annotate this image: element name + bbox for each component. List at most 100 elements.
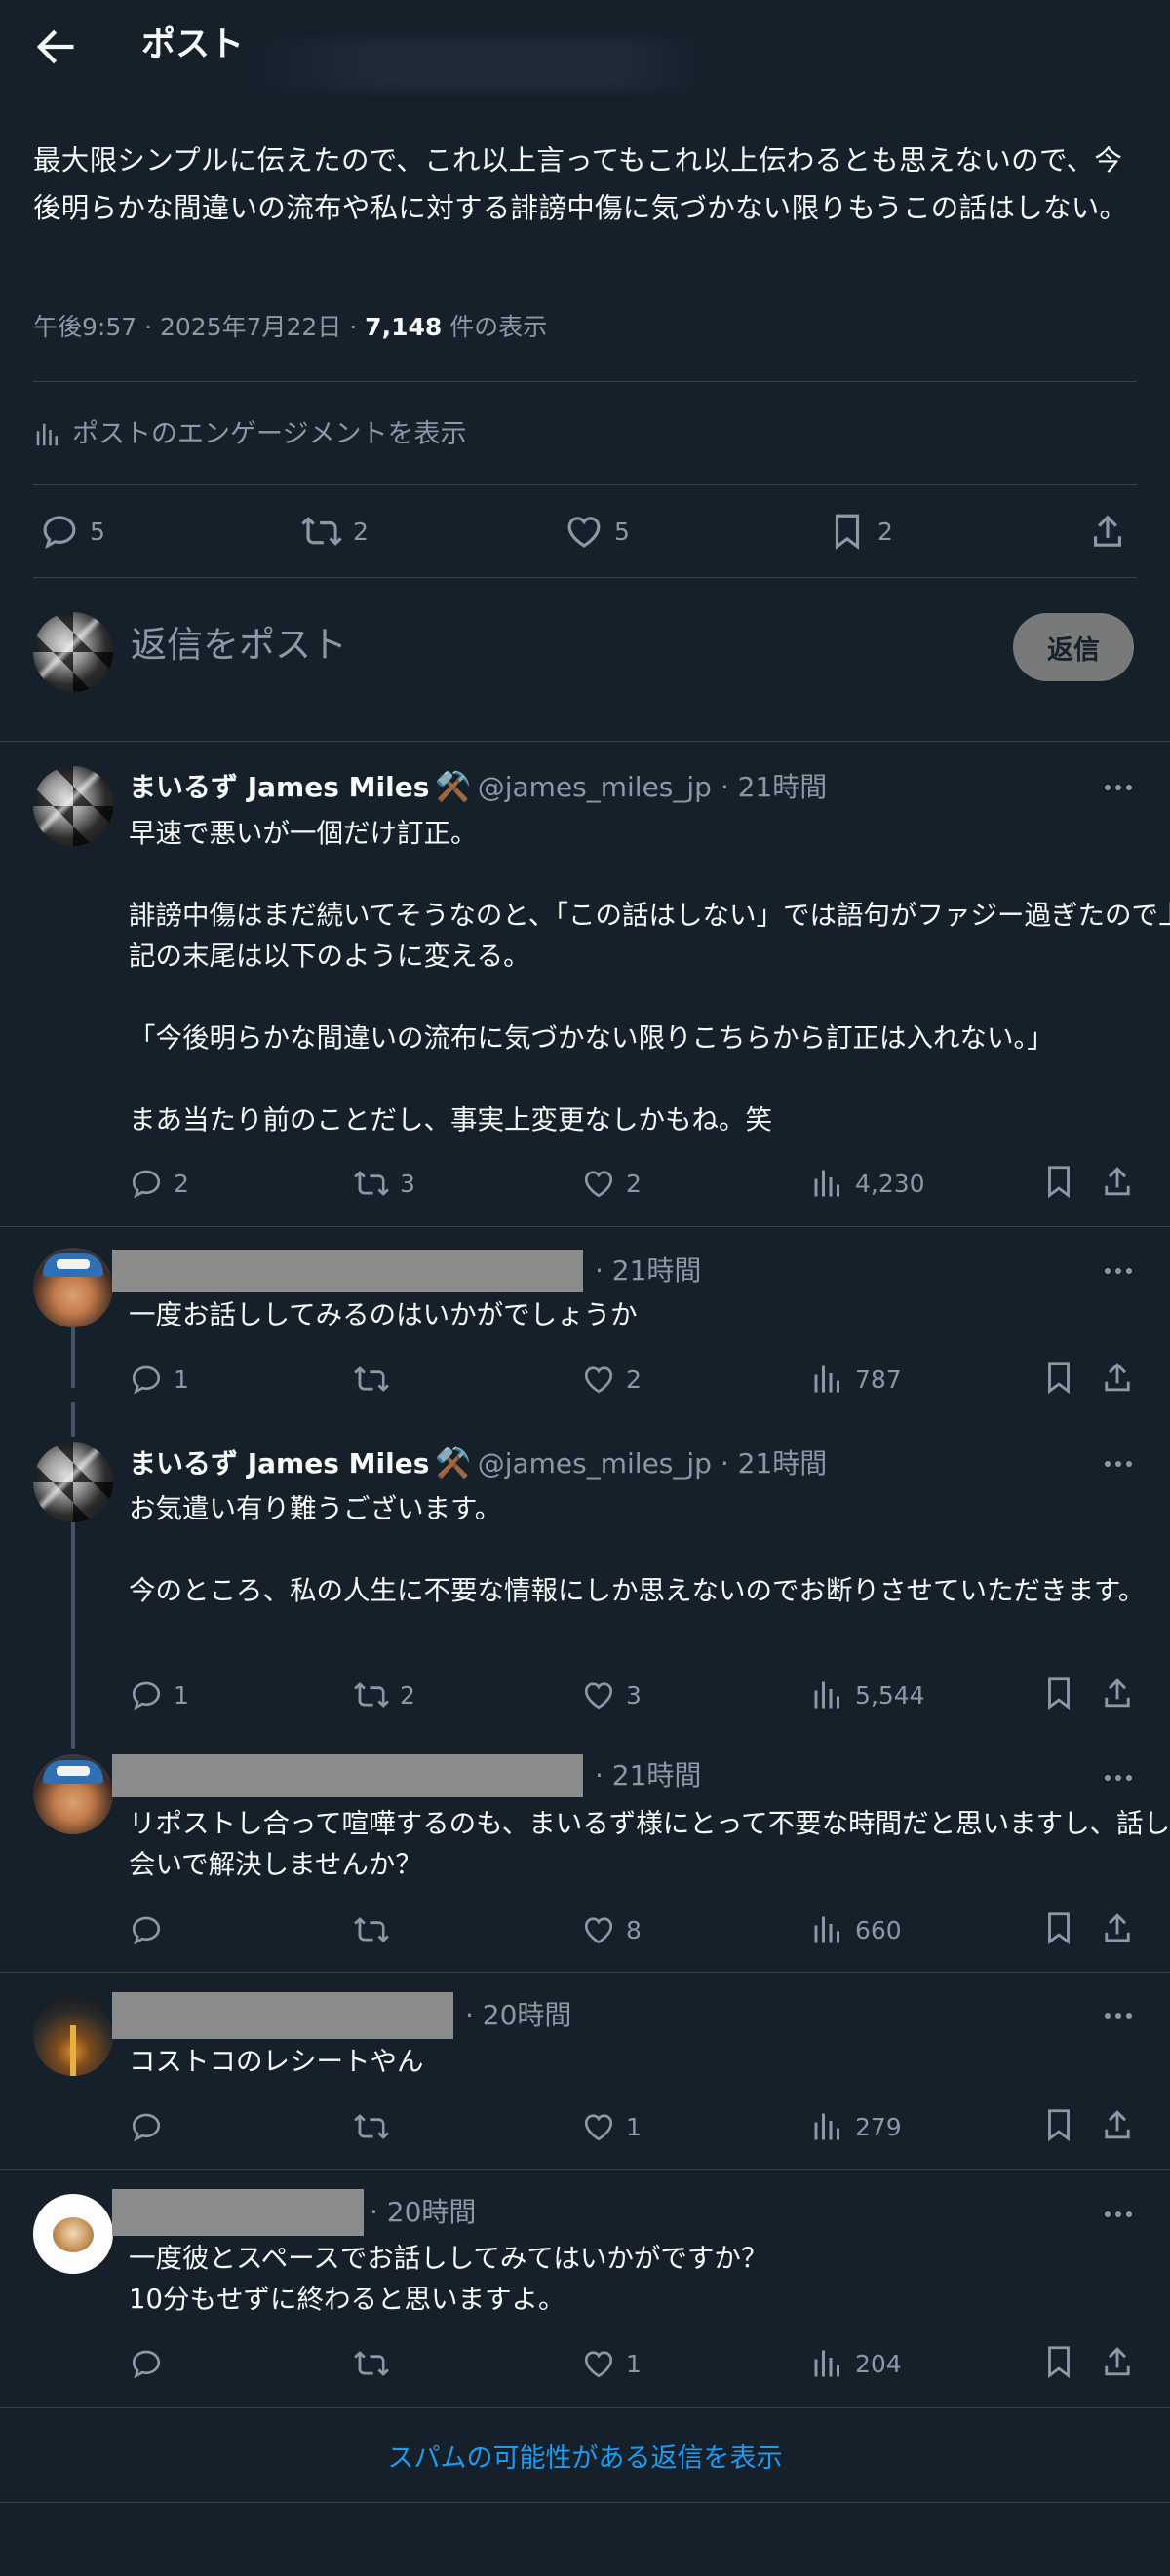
more-button[interactable] bbox=[1097, 1442, 1140, 1485]
reply-action[interactable]: 5 bbox=[39, 507, 105, 556]
views-action[interactable]: 5,544 bbox=[810, 1677, 1039, 1712]
repost-count: 2 bbox=[400, 1680, 415, 1710]
avatar[interactable] bbox=[33, 612, 113, 692]
repost-icon bbox=[354, 1366, 389, 1392]
heart-icon bbox=[584, 1366, 613, 1394]
more-icon bbox=[1105, 1268, 1132, 1274]
tweet-header: · 21時間 bbox=[112, 1754, 701, 1797]
views-action[interactable]: 4,230 bbox=[810, 1166, 1039, 1201]
handle-time[interactable]: @james_miles_jp · 21時間 bbox=[478, 1444, 828, 1483]
share-button[interactable] bbox=[1099, 2106, 1136, 2143]
redacted-name bbox=[112, 1754, 583, 1797]
heart-icon bbox=[584, 1682, 613, 1710]
share-button[interactable] bbox=[1099, 1359, 1136, 1396]
share-button[interactable] bbox=[1099, 1163, 1136, 1200]
views-action[interactable]: 279 bbox=[810, 2109, 1039, 2144]
thread-line bbox=[71, 1522, 75, 1749]
tweet-time[interactable]: · 21時間 bbox=[595, 1756, 701, 1795]
reply-action[interactable] bbox=[129, 1912, 353, 1947]
reply-icon bbox=[132, 1681, 161, 1711]
bookmark-icon bbox=[1048, 2109, 1070, 2142]
tweet-text: コストコのレシートやん bbox=[129, 2046, 424, 2077]
repost-action[interactable]: 3 bbox=[353, 1165, 581, 1202]
divider bbox=[0, 2169, 1170, 2170]
like-action[interactable]: 1 bbox=[581, 2346, 810, 2381]
like-action[interactable]: 2 bbox=[581, 1166, 810, 1201]
reply-icon bbox=[132, 1916, 161, 1945]
more-button[interactable] bbox=[1097, 2193, 1140, 2236]
share-icon bbox=[1105, 1913, 1130, 1942]
redacted-name bbox=[112, 1992, 453, 2039]
tweet-text: 早速で悪いが一個だけ訂正。 誹謗中傷はまだ続いてそうなのと、「この話はしない」で… bbox=[129, 818, 1170, 1135]
avatar[interactable] bbox=[33, 766, 113, 846]
avatar[interactable] bbox=[33, 1996, 113, 2076]
views-count: 5,544 bbox=[855, 1680, 925, 1710]
reply-icon bbox=[132, 2113, 161, 2142]
share-button[interactable] bbox=[1099, 2343, 1136, 2380]
bookmark-button[interactable] bbox=[1040, 2106, 1077, 2143]
back-button[interactable] bbox=[29, 21, 80, 72]
reply-action[interactable] bbox=[129, 2346, 353, 2381]
avatar[interactable] bbox=[33, 1248, 113, 1327]
views-count: 279 bbox=[855, 2112, 902, 2141]
tweet-time[interactable]: · 20時間 bbox=[465, 1996, 571, 2035]
divider bbox=[0, 2407, 1170, 2408]
repost-action[interactable] bbox=[353, 1911, 581, 1948]
tweet-text: お気遣い有り難うございます。 今のところ、私の人生に不要な情報にしか思えないので… bbox=[129, 1493, 1146, 1606]
repost-action[interactable] bbox=[353, 2345, 581, 2382]
repost-action[interactable] bbox=[353, 1361, 581, 1398]
avatar[interactable] bbox=[33, 2194, 113, 2274]
bookmark-count: 2 bbox=[878, 517, 893, 546]
handle-time[interactable]: @james_miles_jp · 21時間 bbox=[478, 768, 828, 807]
views-count: 660 bbox=[855, 1915, 902, 1944]
bookmark-button[interactable] bbox=[1040, 2343, 1077, 2380]
display-name[interactable]: まいるず James Miles bbox=[129, 1444, 429, 1483]
tweet-time[interactable]: · 21時間 bbox=[595, 1251, 701, 1290]
engagement-label: ポストのエンゲージメントを表示 bbox=[72, 419, 467, 449]
more-button[interactable] bbox=[1097, 1756, 1140, 1799]
more-button[interactable] bbox=[1097, 1994, 1140, 2037]
views-action[interactable]: 204 bbox=[810, 2346, 1039, 2381]
bookmark-button[interactable] bbox=[1040, 1674, 1077, 1711]
analytics-icon bbox=[814, 1170, 839, 1197]
like-action[interactable]: 1 bbox=[581, 2109, 810, 2144]
reply-action[interactable]: 2 bbox=[129, 1166, 353, 1201]
repost-action[interactable] bbox=[353, 2108, 581, 2145]
views-action[interactable]: 787 bbox=[810, 1362, 1039, 1397]
analytics-icon bbox=[814, 1916, 839, 1943]
like-count: 5 bbox=[614, 517, 630, 546]
header-blur bbox=[249, 39, 707, 90]
like-action[interactable]: 3 bbox=[581, 1677, 810, 1712]
like-action[interactable]: 2 bbox=[581, 1362, 810, 1397]
heart-icon bbox=[584, 1171, 613, 1198]
reply-input[interactable]: 返信をポスト bbox=[131, 620, 347, 671]
display-name[interactable]: まいるず James Miles bbox=[129, 768, 429, 807]
repost-action[interactable]: 2 bbox=[300, 507, 369, 556]
redacted-name bbox=[112, 1250, 583, 1292]
share-icon bbox=[1105, 1363, 1130, 1392]
avatar[interactable] bbox=[33, 1442, 113, 1522]
share-button[interactable] bbox=[1099, 1909, 1136, 1946]
repost-action[interactable]: 2 bbox=[353, 1676, 581, 1713]
more-button[interactable] bbox=[1097, 1250, 1140, 1292]
share-action[interactable] bbox=[1087, 507, 1128, 556]
reply-action[interactable]: 1 bbox=[129, 1362, 353, 1397]
like-action[interactable]: 8 bbox=[581, 1912, 810, 1947]
tweet-time[interactable]: · 20時間 bbox=[370, 2193, 476, 2232]
views-action[interactable]: 660 bbox=[810, 1912, 1039, 1947]
page-title: ポスト bbox=[141, 25, 245, 64]
post-time[interactable]: 午後9:57 · 2025年7月22日 · bbox=[33, 313, 365, 341]
bookmark-button[interactable] bbox=[1040, 1163, 1077, 1200]
reply-action[interactable] bbox=[129, 2109, 353, 2144]
more-button[interactable] bbox=[1097, 766, 1140, 809]
bookmark-button[interactable] bbox=[1040, 1359, 1077, 1396]
reply-button[interactable]: 返信 bbox=[1013, 613, 1134, 681]
show-spam-replies-link[interactable]: スパムの可能性がある返信を表示 bbox=[0, 2440, 1170, 2479]
share-button[interactable] bbox=[1099, 1674, 1136, 1711]
engagement-link[interactable]: ポストのエンゲージメントを表示 bbox=[33, 415, 466, 454]
reply-action[interactable]: 1 bbox=[129, 1677, 353, 1712]
like-action[interactable]: 5 bbox=[564, 507, 630, 556]
bookmark-action[interactable]: 2 bbox=[827, 507, 893, 556]
bookmark-button[interactable] bbox=[1040, 1909, 1077, 1946]
avatar[interactable] bbox=[33, 1754, 113, 1834]
